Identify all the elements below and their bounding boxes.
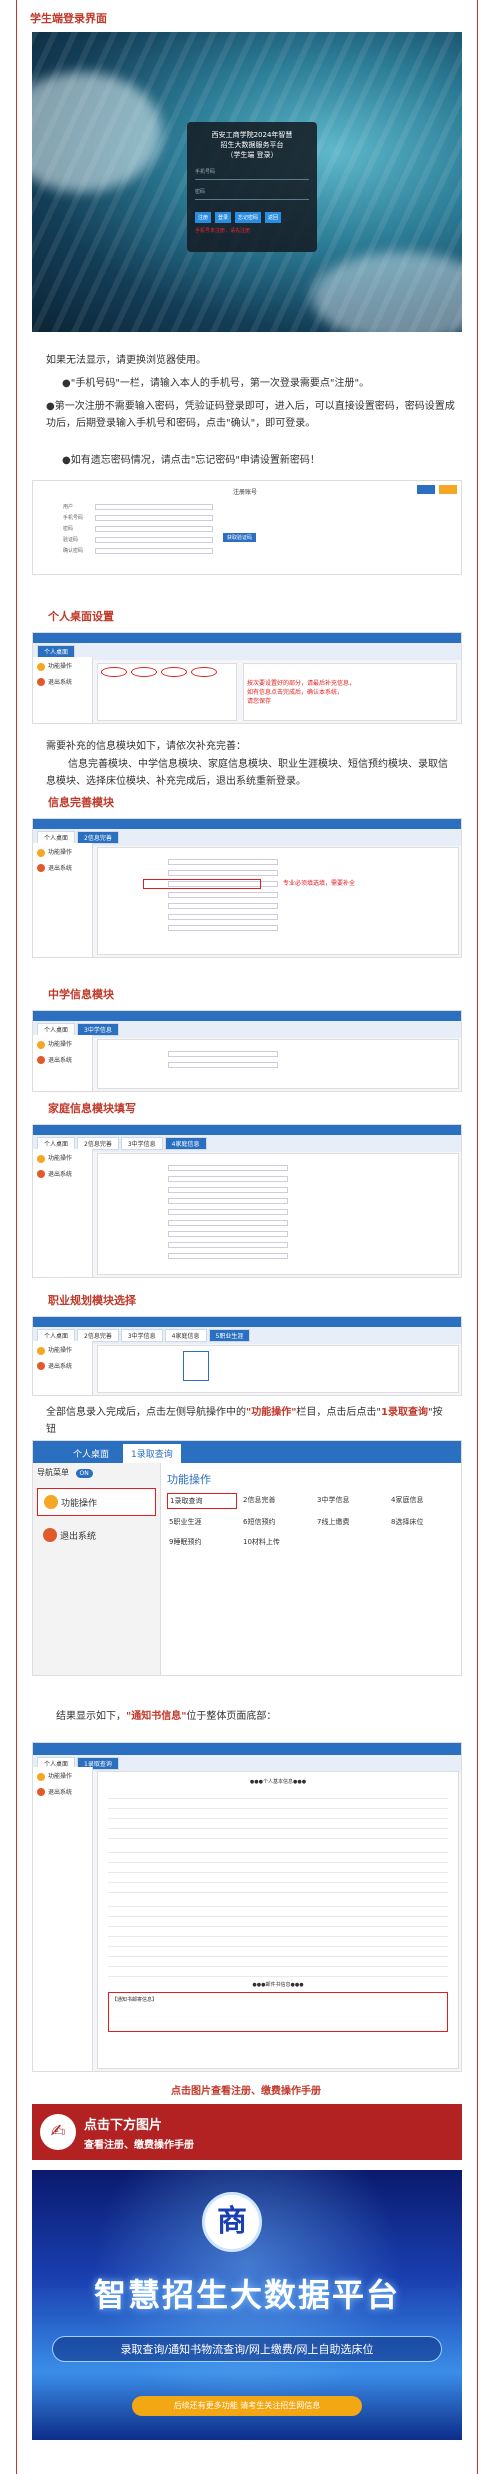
register-form-title: 注册账号: [233, 489, 258, 496]
login-title-1: 西安工商学院2024年智慧: [211, 131, 293, 139]
para3-highlight-1: "功能操作": [246, 1407, 297, 1418]
platform-poster[interactable]: 商 智慧招生大数据平台 录取查询/通知书物流查询/网上缴费/网上自助选床位 后续…: [32, 2170, 462, 2440]
para3-text-a: 全部信息录入完成后，点击左侧导航操作中的: [46, 1407, 246, 1418]
notice-title: 【通知书邮寄信息】: [112, 1997, 158, 2003]
logout-icon: [43, 1528, 57, 1542]
banner-line1: 点击下方图片: [84, 2118, 163, 2133]
intro-p4: ●如有遗忘密码情况，请点击"忘记密码"申请设置新密码！: [62, 455, 320, 466]
phone-label: 手机号码: [195, 169, 216, 175]
reg-input-code[interactable]: [95, 536, 213, 543]
para4: 结果显示如下，"通知书信息"位于整体页面底部：: [56, 1708, 466, 1725]
register-button[interactable]: 注册: [195, 212, 212, 223]
manual-banner[interactable]: ✍ 点击下方图片 查看注册、缴费操作手册: [32, 2104, 462, 2160]
login-title-3: （学生端 登录）: [226, 151, 278, 159]
para2-p1: 需要补充的信息模块如下，请依次补充完善：: [46, 741, 246, 752]
family-screenshot[interactable]: 个人桌面 2信息完善 3中学信息 4家庭信息 功能操作 退出系统: [32, 1124, 462, 1278]
reg-label-phone: 手机号码: [63, 515, 84, 521]
section-title-school: 中学信息模块: [48, 988, 114, 1001]
func-tab-query[interactable]: 1录取查询: [123, 1444, 181, 1463]
reg-input-user[interactable]: [95, 503, 213, 510]
side-item-logout-label: 退出系统: [60, 1531, 97, 1542]
desktop-screenshot[interactable]: 个人桌面 功能操作 退出系统 按次要设置好的部分，请最后补充信息， 如有信息点击完…: [32, 632, 462, 724]
func-item-1[interactable]: 1录取查询: [167, 1493, 237, 1509]
notice-box: 【通知书邮寄信息】: [108, 1992, 448, 2032]
section-title-desktop: 个人桌面设置: [48, 610, 114, 623]
info-screenshot[interactable]: 个人桌面 2信息完善 功能操作 退出系统 专业必须填选填，需要补全: [32, 818, 462, 958]
nav-toggle[interactable]: ON: [75, 1469, 93, 1478]
school-screenshot[interactable]: 个人桌面 3中学信息 功能操作 退出系统: [32, 1010, 462, 1092]
banner-line2: 查看注册、缴费操作手册: [84, 2140, 194, 2151]
func-item-2[interactable]: 2信息完善: [241, 1493, 311, 1509]
section-title-info: 信息完善模块: [48, 796, 114, 809]
intro-p1: 如果无法显示，请更换浏览器使用。: [46, 355, 206, 366]
login-hint: 手机号未注册，请先注册: [195, 228, 251, 234]
side-item-function[interactable]: 功能操作: [37, 1488, 156, 1516]
side-item-function-label: 功能操作: [61, 1498, 98, 1509]
side-item-logout[interactable]: 退出系统: [37, 1522, 156, 1548]
banner-icon: ✍: [40, 2114, 76, 2150]
section-title-career: 职业规划模块选择: [48, 1294, 136, 1307]
reg-label-confirm: 确认密码: [63, 548, 84, 554]
reg-label-user: 用户: [63, 504, 74, 510]
reg-input-phone[interactable]: [95, 514, 213, 521]
function-icon: [44, 1495, 58, 1509]
para2-p2: 信息完善模块、中学信息模块、家庭信息模块、职业生涯模块、短信预约模块、录取信息模…: [46, 759, 448, 787]
result-header-1: ●●●个人基本信息●●●: [249, 1779, 307, 1785]
password-input[interactable]: [195, 199, 309, 200]
reg-input-confirm[interactable]: [95, 547, 213, 554]
para3: 全部信息录入完成后，点击左侧导航操作中的"功能操作"栏目，点击后点击"1录取查询…: [46, 1404, 446, 1438]
func-item-10[interactable]: 10材料上传: [241, 1535, 311, 1549]
manual-caption: 点击图片查看注册、缴费操作手册: [171, 2086, 321, 2097]
register-form-screenshot[interactable]: 注册账号 用户 手机号码 密码 验证码 确认密码 获取验证码: [32, 480, 462, 575]
para3-highlight-2: 1录取查询: [381, 1407, 428, 1418]
para4-highlight: "通知书信息": [126, 1711, 187, 1722]
get-code-button[interactable]: 获取验证码: [223, 533, 257, 542]
desktop-note-3: 请您保存: [247, 698, 272, 705]
func-item-4[interactable]: 4家庭信息: [389, 1493, 459, 1509]
para3-text-b: 栏目，点击后点击": [296, 1407, 382, 1418]
func-item-6[interactable]: 6短信预约: [241, 1515, 311, 1529]
section-title-login: 学生端登录界面: [30, 12, 107, 25]
intro-p2: ●"手机号码"一栏，请输入本人的手机号，第一次登录需要点"注册"。: [62, 378, 370, 389]
para4-text-a: 结果显示如下，: [56, 1711, 126, 1722]
poster-sub: 录取查询/通知书物流查询/网上缴费/网上自助选床位: [52, 2336, 442, 2362]
login-screenshot[interactable]: 西安工商学院2024年智慧 招生大数据服务平台 （学生端 登录） 手机号码 密码…: [32, 32, 462, 332]
password-label: 密码: [195, 189, 206, 195]
poster-footer: 后续还有更多功能 请考生关注招生网信息: [132, 2396, 362, 2416]
login-title-2: 招生大数据服务平台: [220, 141, 284, 149]
school-logo: 商: [202, 2192, 262, 2252]
section-title-family: 家庭信息模块填写: [48, 1102, 136, 1115]
back-button[interactable]: 返回: [265, 212, 282, 223]
result-screenshot[interactable]: 个人桌面 1录取查询 功能操作 退出系统 ●●●个人基本信息●●● ●●●邮件书信息…: [32, 1742, 462, 2072]
header-button-blue[interactable]: [417, 485, 435, 494]
nav-menu-label: 导航菜单: [37, 1468, 69, 1477]
function-panel-screenshot[interactable]: 个人桌面 1录取查询 导航菜单 ON 功能操作 退出系统 功能操作 1录取查询 …: [32, 1440, 462, 1676]
para4-text-b: 位于整体页面底部：: [186, 1711, 277, 1722]
info-note: 专业必须填选填，需要补全: [283, 880, 356, 887]
reg-label-code: 验证码: [63, 537, 79, 543]
func-item-5[interactable]: 5职业生涯: [167, 1515, 237, 1529]
career-screenshot[interactable]: 个人桌面 2信息完善 3中学信息 4家庭信息 5职业生涯 功能操作 退出系统: [32, 1316, 462, 1396]
desktop-note-2: 如有信息点击完成后，确认本系统，: [247, 689, 344, 696]
forgot-password-button[interactable]: 忘记密码: [235, 212, 262, 223]
intro-p3: ●第一次注册不需要输入密码，凭验证码登录即可，进入后，可以直接设置密码，密码设置…: [46, 401, 455, 429]
func-tab-desktop[interactable]: 个人桌面: [63, 1444, 119, 1463]
reg-input-password[interactable]: [95, 525, 213, 532]
desktop-note-1: 按次要设置好的部分，请最后补充信息，: [247, 680, 356, 687]
result-header-2: ●●●邮件书信息●●●: [252, 1982, 304, 1988]
phone-input[interactable]: [195, 179, 309, 180]
header-button-orange[interactable]: [439, 485, 457, 494]
func-heading: 功能操作: [167, 1473, 211, 1486]
func-item-8[interactable]: 8选择床位: [389, 1515, 459, 1529]
login-dialog: 西安工商学院2024年智慧 招生大数据服务平台 （学生端 登录） 手机号码 密码…: [187, 122, 317, 252]
reg-label-password: 密码: [63, 526, 74, 532]
func-item-7[interactable]: 7线上缴费: [315, 1515, 385, 1529]
func-item-3[interactable]: 3中学信息: [315, 1493, 385, 1509]
login-button[interactable]: 登录: [215, 212, 232, 223]
poster-title: 智慧招生大数据平台: [93, 2276, 400, 2314]
func-item-9[interactable]: 9睡眠预约: [167, 1535, 237, 1549]
